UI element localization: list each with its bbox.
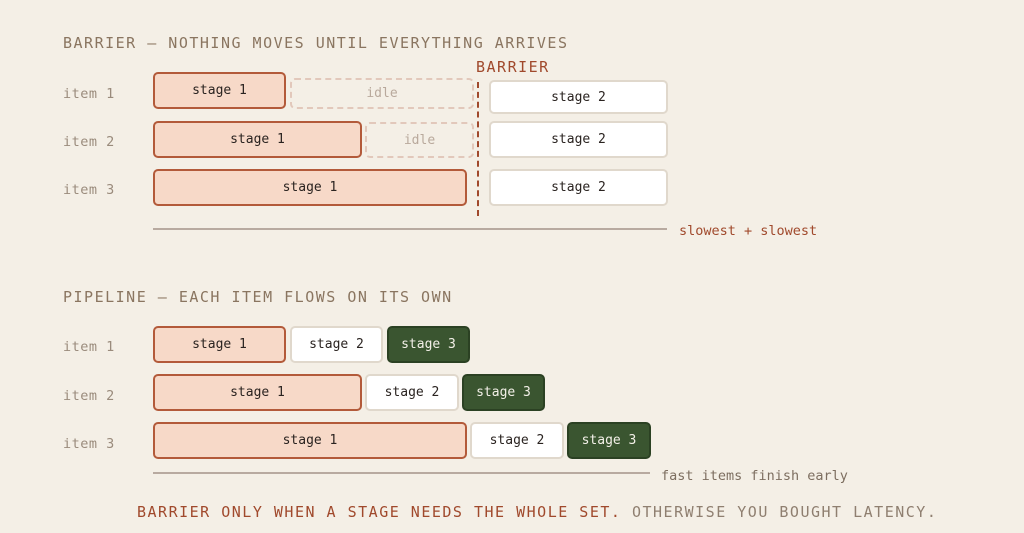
footer-rest: OTHERWISE YOU BOUGHT LATENCY.: [631, 503, 938, 521]
pipeline-item-3-stage-1: stage 1: [153, 422, 467, 459]
pipeline-row-label-item-1: item 1: [63, 339, 115, 355]
barrier-item-1-idle: idle: [290, 78, 474, 109]
barrier-item-2-stage-2: stage 2: [489, 121, 668, 158]
barrier-item-2-stage-1: stage 1: [153, 121, 362, 158]
footer-emphasis: BARRIER ONLY WHEN A STAGE NEEDS THE WHOL…: [137, 503, 622, 521]
barrier-timeline-axis: [153, 228, 667, 230]
barrier-row-label-item-2: item 2: [63, 134, 115, 150]
barrier-item-1-stage-1: stage 1: [153, 72, 286, 109]
barrier-label: BARRIER: [476, 58, 550, 76]
pipeline-axis-label: fast items finish early: [661, 468, 848, 484]
pipeline-item-3-stage-2: stage 2: [470, 422, 564, 459]
footer-takeaway: BARRIER ONLY WHEN A STAGE NEEDS THE WHOL…: [137, 503, 937, 521]
barrier-item-3-stage-2: stage 2: [489, 169, 668, 206]
barrier-item-1-stage-2: stage 2: [489, 80, 668, 114]
pipeline-item-1-stage-3: stage 3: [387, 326, 470, 363]
pipeline-item-1-stage-2: stage 2: [290, 326, 383, 363]
pipeline-item-2-stage-2: stage 2: [365, 374, 459, 411]
barrier-section-title: BARRIER — NOTHING MOVES UNTIL EVERYTHING…: [63, 34, 569, 52]
pipeline-item-1-stage-1: stage 1: [153, 326, 286, 363]
pipeline-row-label-item-3: item 3: [63, 436, 115, 452]
barrier-divider-line: [477, 82, 479, 216]
barrier-item-2-idle: idle: [365, 122, 474, 158]
pipeline-item-2-stage-3: stage 3: [462, 374, 545, 411]
pipeline-item-2-stage-1: stage 1: [153, 374, 362, 411]
pipeline-item-3-stage-3: stage 3: [567, 422, 651, 459]
barrier-row-label-item-1: item 1: [63, 86, 115, 102]
barrier-axis-label: slowest + slowest: [679, 223, 818, 239]
pipeline-timeline-axis: [153, 472, 650, 474]
pipeline-section-title: PIPELINE — EACH ITEM FLOWS ON ITS OWN: [63, 288, 453, 306]
pipeline-row-label-item-2: item 2: [63, 388, 115, 404]
barrier-row-label-item-3: item 3: [63, 182, 115, 198]
barrier-item-3-stage-1: stage 1: [153, 169, 467, 206]
